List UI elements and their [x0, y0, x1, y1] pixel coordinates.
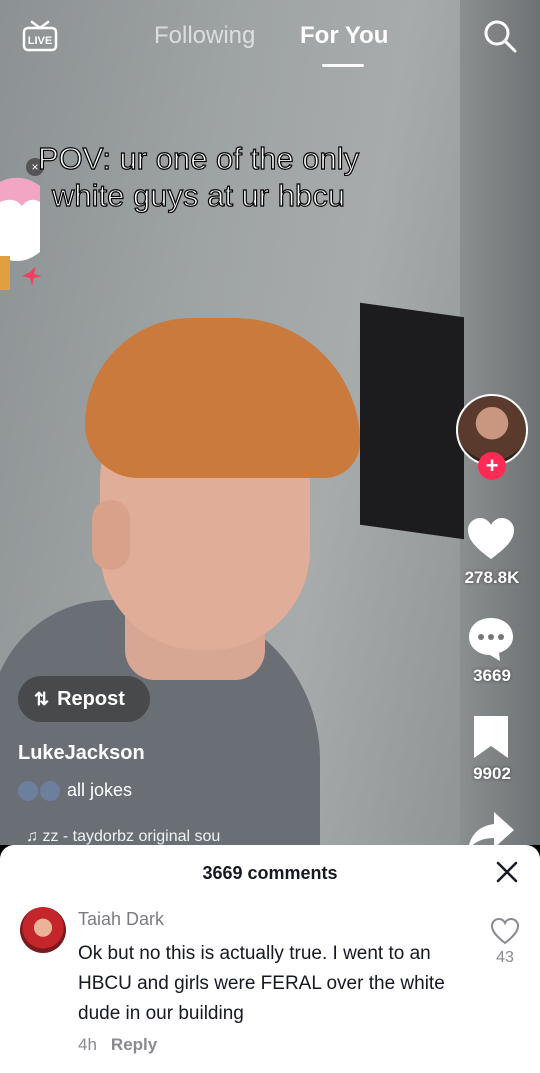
- hair-shape: [85, 318, 360, 478]
- bookmark-icon[interactable]: [466, 712, 516, 762]
- active-tab-indicator: [322, 64, 364, 67]
- caption-line-1: POV: ur one of the only: [37, 140, 360, 176]
- emoji-icon: [18, 781, 38, 802]
- live-label: LIVE: [28, 35, 52, 47]
- top-bar: LIVE Following For You: [0, 0, 540, 80]
- comments-title: 3669 comments: [202, 863, 338, 883]
- repost-label: Repost: [57, 688, 125, 710]
- comment-meta: 4h Reply: [78, 1035, 157, 1055]
- save-count: 9902: [473, 764, 511, 783]
- like-count: 278.8K: [464, 568, 520, 587]
- music-label[interactable]: ♫ zz - taydorbz original sou: [26, 828, 220, 846]
- repost-icon: ⇅: [34, 689, 50, 709]
- caption-line-2: white guys at ur hbcu: [51, 177, 345, 213]
- commenter-name[interactable]: Taiah Dark: [78, 909, 164, 930]
- comment-time: 4h: [78, 1035, 97, 1054]
- live-icon[interactable]: LIVE: [22, 18, 58, 52]
- comment-icon[interactable]: [466, 614, 516, 664]
- comment-like-count: 43: [496, 949, 514, 966]
- search-icon[interactable]: [482, 18, 518, 54]
- emoji-icon: [40, 781, 60, 802]
- wall-poster: [360, 302, 464, 540]
- repost-button[interactable]: ⇅ Repost: [18, 676, 150, 722]
- comment-heart-icon[interactable]: [490, 917, 520, 947]
- video-description: all jokes: [18, 780, 133, 802]
- tab-for-you[interactable]: For You: [300, 22, 388, 50]
- description-text: all jokes: [67, 780, 133, 800]
- follow-plus-button[interactable]: +: [478, 452, 506, 480]
- comment-count: 3669: [473, 666, 511, 685]
- heart-icon[interactable]: [466, 514, 516, 564]
- creator-username[interactable]: LukeJackson: [18, 742, 145, 765]
- commenter-avatar[interactable]: [20, 907, 66, 953]
- music-title: zz - taydorbz original sou: [42, 828, 221, 845]
- video-caption: POV: ur one of the only white guys at ur…: [37, 140, 360, 214]
- reply-button[interactable]: Reply: [111, 1035, 157, 1054]
- close-icon[interactable]: [494, 859, 520, 885]
- ice-cream-sticker: [0, 177, 42, 290]
- ear-shape: [92, 500, 130, 570]
- comment-text: Ok but no this is actually true. I went …: [78, 943, 445, 1024]
- tab-following[interactable]: Following: [154, 22, 255, 50]
- music-note-icon: ♫: [26, 828, 43, 845]
- comments-sheet: 3669 comments Taiah Dark Ok but no this …: [0, 845, 540, 1073]
